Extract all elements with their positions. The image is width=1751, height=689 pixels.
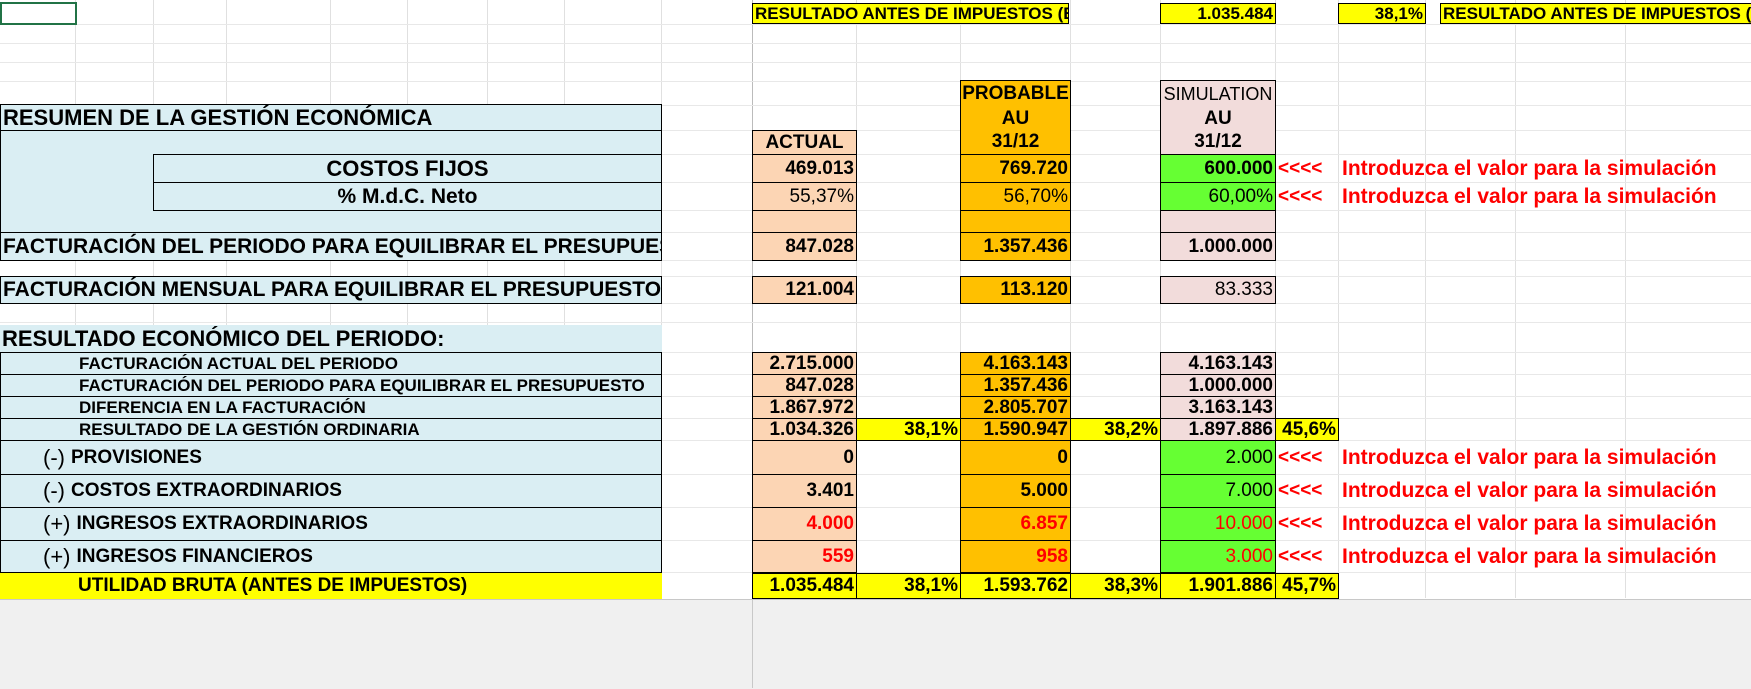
empty-probable[interactable] [960,210,1071,233]
result-row-simulation-pct[interactable]: 45,6% [1275,418,1339,441]
adjustment-row: (-) PROVISIONES [0,440,662,475]
result-row-probable[interactable]: 1.357.436 [960,374,1071,397]
hint-text-5: Introduzca el valor para la simulación [1342,512,1717,535]
adjustment-simulation[interactable]: 2.000 [1160,440,1276,475]
simulation-header-3: 31/12 [1160,130,1276,155]
adjustment-actual[interactable]: 559 [752,540,857,573]
fact-mensual-simulation[interactable]: 83.333 [1160,276,1276,304]
fact-mensual-label: FACTURACIÓN MENSUAL PARA EQUILIBRAR EL P… [0,276,662,304]
result-row-actual-pct[interactable]: 38,1% [856,418,961,441]
result-row-label: FACTURACIÓN ACTUAL DEL PERIODO [0,352,662,375]
hint-arrows-1: <<<< [1278,157,1323,179]
adjustment-probable[interactable]: 0 [960,440,1071,475]
adjustment-label: INGRESOS EXTRAORDINARIOS [76,513,368,534]
results-title: RESULTADO ECONÓMICO DEL PERIODO: [0,325,662,353]
hint-text-6: Introduzca el valor para la simulación [1342,544,1717,568]
probable-header-2: AU [960,106,1071,131]
adjustment-label: INGRESOS FINANCIEROS [76,545,313,567]
summary-title: RESUMEN DE LA GESTIÓN ECONÓMICA [0,104,662,131]
ebt-value[interactable]: 1.035.484 [1160,3,1276,24]
adjustment-row: (+) INGRESOS FINANCIEROS [0,540,662,573]
total-probable[interactable]: 1.593.762 [960,573,1071,599]
result-row-probable[interactable]: 1.590.947 [960,418,1071,441]
adjustment-probable[interactable]: 6.857 [960,507,1071,541]
sheet-empty-area [0,599,1751,689]
fact-periodo-label: FACTURACIÓN DEL PERIODO PARA EQUILIBRAR … [0,232,662,261]
hint-text-3: Introduzca el valor para la simulación [1342,445,1717,469]
sign-plus-icon: (+) [43,511,71,536]
adjustment-simulation[interactable]: 10.000 [1160,507,1276,541]
adjustment-probable[interactable]: 5.000 [960,474,1071,508]
hint-text-4: Introduzca el valor para la simulación [1342,479,1717,502]
adjustment-probable[interactable]: 958 [960,540,1071,573]
hint-arrows-2: <<<< [1278,185,1323,207]
hint-arrows-6: <<<< [1278,545,1323,567]
adjustment-row: (+) INGRESOS EXTRAORDINARIOS [0,507,662,541]
hint-arrows-5: <<<< [1278,513,1323,534]
fact-periodo-probable[interactable]: 1.357.436 [960,232,1071,261]
hint-text-1: Introduzca el valor para la simulación [1342,156,1717,180]
adjustment-actual[interactable]: 4.000 [752,507,857,541]
costos-fijos-probable[interactable]: 769.720 [960,154,1071,183]
result-row-simulation[interactable]: 3.163.143 [1160,396,1276,419]
mdc-simulation[interactable]: 60,00% [1160,182,1276,211]
sign-minus-icon: (-) [43,478,65,503]
adjustment-label: PROVISIONES [70,446,202,468]
hint-arrows-4: <<<< [1278,480,1323,501]
ebt-pct[interactable]: 38,1% [1338,3,1426,24]
result-row-actual[interactable]: 1.867.972 [752,396,857,419]
costos-fijos-label: COSTOS FIJOS [153,154,662,183]
adjustment-row: (-) COSTOS EXTRAORDINARIOS [0,474,662,508]
simulation-header-1: SIMULATION [1160,80,1276,107]
costos-fijos-actual[interactable]: 469.013 [752,154,857,183]
result-row-label: FACTURACIÓN DEL PERIODO PARA EQUILIBRAR … [0,374,662,397]
adjustment-actual[interactable]: 3.401 [752,474,857,508]
result-row-probable[interactable]: 2.805.707 [960,396,1071,419]
probable-header-1: PROBABLE [960,80,1071,107]
fact-periodo-actual[interactable]: 847.028 [752,232,857,261]
empty-simulation[interactable] [1160,210,1276,233]
mdc-actual[interactable]: 55,37% [752,182,857,211]
simulation-header-2: AU [1160,106,1276,131]
result-row-actual[interactable]: 2.715.000 [752,352,857,375]
total-actual[interactable]: 1.035.484 [752,573,857,599]
total-simulation[interactable]: 1.901.886 [1160,573,1276,599]
costos-fijos-simulation[interactable]: 600.000 [1160,154,1276,183]
result-row-label: DIFERENCIA EN LA FACTURACIÓN [0,396,662,419]
adjustment-actual[interactable]: 0 [752,440,857,475]
adjustment-simulation[interactable]: 3.000 [1160,540,1276,573]
fact-periodo-simulation[interactable]: 1.000.000 [1160,232,1276,261]
result-row-actual[interactable]: 1.034.326 [752,418,857,441]
fact-mensual-actual[interactable]: 121.004 [752,276,857,304]
mdc-probable[interactable]: 56,70% [960,182,1071,211]
adjustment-simulation[interactable]: 7.000 [1160,474,1276,508]
empty-actual[interactable] [752,210,857,233]
result-row-simulation[interactable]: 1.000.000 [1160,374,1276,397]
hint-text-2: Introduzca el valor para la simulación [1342,184,1717,208]
adjustment-label: COSTOS EXTRAORDINARIOS [70,480,342,501]
total-simulation-pct[interactable]: 45,7% [1275,573,1339,599]
ebt-label-2: RESULTADO ANTES DE IMPUESTOS (EBT) [1440,3,1751,24]
actual-header: ACTUAL [752,130,857,155]
result-row-actual[interactable]: 847.028 [752,374,857,397]
total-label: UTILIDAD BRUTA (ANTES DE IMPUESTOS) [0,573,662,599]
probable-header-3: 31/12 [960,130,1071,155]
result-row-label: RESULTADO DE LA GESTIÓN ORDINARIA [0,418,662,441]
sign-minus-icon: (-) [43,444,65,470]
sign-plus-icon: (+) [43,543,71,569]
mdc-label: % M.d.C. Neto [153,182,662,211]
result-row-probable[interactable]: 4.163.143 [960,352,1071,375]
result-row-simulation[interactable]: 4.163.143 [1160,352,1276,375]
total-actual-pct[interactable]: 38,1% [856,573,961,599]
sheet-divider [752,599,753,688]
total-probable-pct[interactable]: 38,3% [1070,573,1161,599]
result-row-simulation[interactable]: 1.897.886 [1160,418,1276,441]
active-cell[interactable] [0,2,77,25]
fact-mensual-probable[interactable]: 113.120 [960,276,1071,304]
hint-arrows-3: <<<< [1278,446,1323,468]
result-row-probable-pct[interactable]: 38,2% [1070,418,1161,441]
ebt-label: RESULTADO ANTES DE IMPUESTOS (EBT) [752,3,1069,24]
